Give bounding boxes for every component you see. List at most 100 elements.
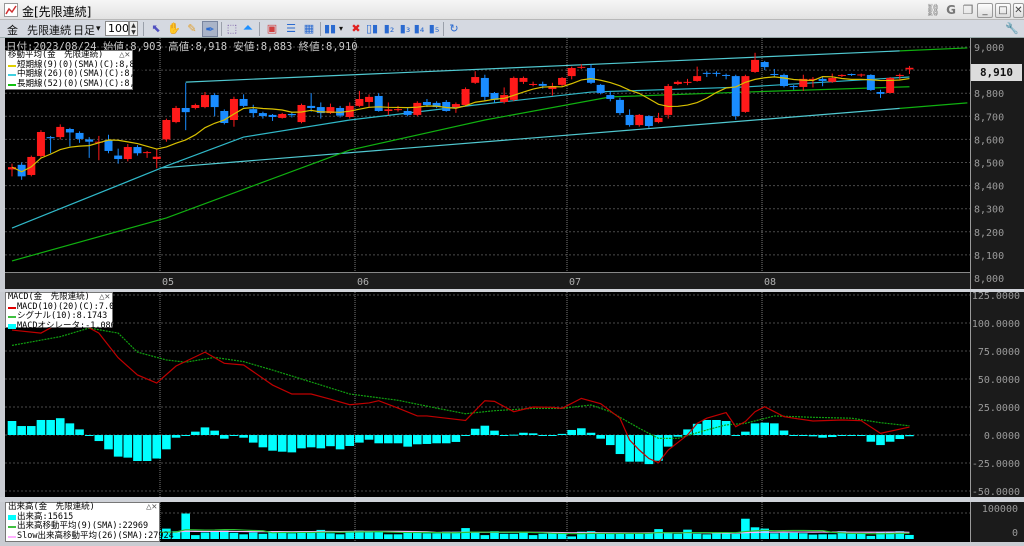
candle <box>278 113 287 118</box>
oscillator-bar <box>837 435 847 436</box>
oscillator-bar <box>306 435 316 448</box>
candle <box>287 113 296 116</box>
volume-bar <box>191 535 200 539</box>
volume-bar <box>856 533 866 539</box>
volume-bar <box>403 532 412 539</box>
volume-bar <box>615 533 625 539</box>
volume-bar <box>374 531 383 539</box>
candle <box>558 77 567 85</box>
oscillator-bar <box>268 435 277 451</box>
candle <box>471 77 480 83</box>
oscillator-bar <box>123 435 133 458</box>
price-tick-label: 8,100 <box>974 251 1004 262</box>
candle <box>191 104 200 108</box>
candle <box>451 104 460 108</box>
oscillator-bar <box>65 423 75 435</box>
candle <box>307 105 316 108</box>
moving-average-legend[interactable]: 移動平均(金 先限連続) △✕ 短期線(9)(0)(SMA)(C):8,884 … <box>5 50 150 90</box>
price-tick-label: 8,700 <box>974 112 1004 123</box>
swatch-icon <box>8 316 16 318</box>
oscillator-bar <box>142 435 152 461</box>
oscillator-bar <box>490 430 499 435</box>
charts-layer: 9,0008,9008,8008,7008,6008,5008,4008,300… <box>5 38 1020 542</box>
candle <box>731 76 740 117</box>
candle <box>85 139 94 142</box>
legend-label: 出来高移動平均(9)(SMA):22969 <box>17 521 149 531</box>
volume-bar <box>239 534 248 539</box>
volume-bar <box>326 533 335 539</box>
price-tick-label: 8,000 <box>974 274 1004 285</box>
oscillator-bar <box>818 435 827 438</box>
oscillator-bar <box>316 435 326 449</box>
volume-tick-label: 100000 <box>982 504 1018 515</box>
candle <box>355 98 364 106</box>
oscillator-bar <box>451 435 461 442</box>
candle <box>413 102 422 115</box>
macd-tick-label: -25.0000 <box>972 459 1020 470</box>
volume-bar <box>596 533 605 539</box>
oscillator-bar <box>721 421 731 435</box>
volume-bar <box>818 534 827 539</box>
candle <box>857 74 866 76</box>
oscillator-bar <box>615 435 625 455</box>
volume-bar <box>692 533 702 539</box>
oscillator-bar <box>7 421 17 435</box>
oscillator-bar <box>46 419 55 435</box>
candle <box>480 77 489 97</box>
price-tick-label: 9,000 <box>974 43 1004 54</box>
candle <box>123 147 132 160</box>
volume-bar <box>548 533 557 539</box>
oscillator-bar <box>258 435 268 448</box>
oscillator-bar <box>17 426 26 435</box>
macd-tick-label: 100.0000 <box>972 319 1020 330</box>
volume-legend[interactable]: 出来高(金 先限連続) △✕ 出来高:15615 出来高移動平均(9)(SMA)… <box>5 502 174 542</box>
oscillator-bar <box>770 423 779 435</box>
volume-bar <box>606 533 615 539</box>
oscillator-bar <box>905 435 914 437</box>
volume-bar <box>528 535 538 539</box>
candle <box>644 116 653 127</box>
candle <box>65 129 74 133</box>
oscillator-bar <box>606 435 615 446</box>
volume-bar <box>384 534 393 539</box>
candle <box>143 152 152 154</box>
candle <box>529 83 538 85</box>
candle <box>615 99 624 114</box>
oscillator-bar <box>133 435 142 461</box>
candle <box>133 147 142 154</box>
oscillator-bar <box>248 435 258 443</box>
candle <box>239 98 248 106</box>
macd-tick-label: 50.0000 <box>978 375 1020 386</box>
price-tick-label: 8,200 <box>974 228 1004 239</box>
month-label: 06 <box>357 277 369 288</box>
macd-legend[interactable]: MACD(金 先限連続) △✕ MACD(10)(20)(C):7.0938 シ… <box>5 292 130 330</box>
oscillator-bar <box>393 435 403 444</box>
candle <box>258 113 267 117</box>
info-high: 高値:8,918 <box>168 41 228 53</box>
volume-bar <box>654 529 663 539</box>
legend-label: 出来高:15615 <box>17 511 74 522</box>
swatch-icon <box>8 74 16 76</box>
candle <box>712 72 721 74</box>
volume-bar <box>683 529 692 539</box>
month-label: 05 <box>162 277 174 288</box>
price-tick-label: 8,500 <box>974 159 1004 170</box>
candle <box>152 156 161 160</box>
candle <box>365 96 374 102</box>
legend-item-slow-volume-ma: Slow出来高移動平均(26)(SMA):27924 <box>8 531 174 542</box>
oscillator-bar <box>567 429 576 435</box>
macd-tick-label: 75.0000 <box>978 347 1020 358</box>
oscillator-bar <box>557 433 567 435</box>
candle <box>847 74 856 76</box>
month-label: 08 <box>764 277 776 288</box>
info-low: 安値:8,883 <box>233 41 293 53</box>
legend-close-icon[interactable]: △✕ <box>146 502 157 513</box>
oscillator-bar <box>75 429 84 435</box>
trendline <box>159 107 900 169</box>
oscillator-bar <box>210 430 219 435</box>
volume-bar <box>779 532 789 539</box>
oscillator-bar <box>856 435 866 436</box>
volume-bar <box>866 535 876 539</box>
volume-bar <box>499 533 509 539</box>
oscillator-bar <box>885 435 895 442</box>
